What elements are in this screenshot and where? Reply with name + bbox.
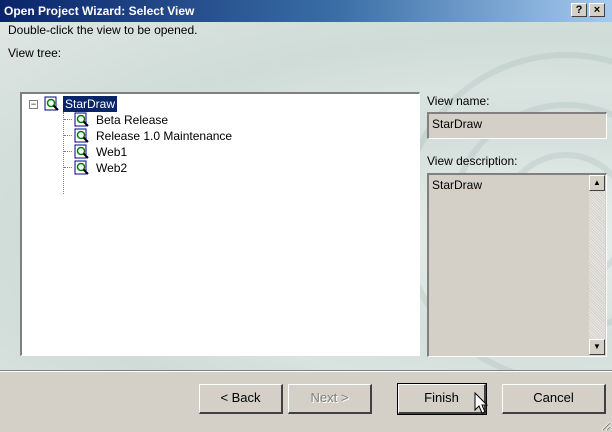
finish-button[interactable]: Finish — [397, 383, 487, 415]
view-description-label: View description: — [427, 154, 518, 168]
tree-node-label: Web2 — [96, 161, 128, 175]
footer-divider — [0, 371, 612, 372]
view-name-field[interactable]: StarDraw — [427, 112, 607, 139]
tree-node-root[interactable]: − StarDraw — [28, 96, 228, 112]
view-icon — [74, 112, 89, 127]
help-button[interactable]: ? — [571, 3, 587, 17]
tree-node-label: Release 1.0 Maintenance — [96, 129, 233, 143]
view-description-field[interactable]: StarDraw — [427, 173, 607, 357]
tree-node-label: Web1 — [96, 145, 128, 159]
close-button[interactable]: × — [589, 3, 605, 17]
arrow-cursor-icon — [474, 392, 489, 414]
view-tree-label: View tree: — [8, 46, 62, 60]
tree-node-label: Beta Release — [96, 113, 169, 127]
next-button[interactable]: Next > — [288, 384, 372, 414]
view-tree[interactable]: − StarDraw Beta Release Release 1.0 Main… — [20, 92, 420, 356]
view-icon — [74, 128, 89, 143]
collapse-icon[interactable]: − — [29, 100, 38, 109]
tree-node-label: StarDraw — [63, 96, 118, 112]
title-bar[interactable]: Open Project Wizard: Select View ? × — [0, 0, 612, 22]
resize-grip-icon[interactable] — [599, 419, 611, 431]
tree-node[interactable]: Web1 — [28, 144, 388, 160]
scroll-down-icon[interactable]: ▼ — [589, 339, 605, 355]
tree-node[interactable]: Beta Release — [28, 112, 388, 128]
description-scrollbar[interactable] — [589, 175, 605, 355]
instruction-text: Double-click the view to be opened. — [8, 23, 198, 37]
view-description-text: StarDraw — [432, 178, 483, 192]
window-title: Open Project Wizard: Select View — [4, 4, 195, 18]
cancel-button[interactable]: Cancel — [502, 384, 606, 414]
scroll-up-icon[interactable]: ▲ — [589, 175, 605, 191]
tree-node[interactable]: Web2 — [28, 160, 388, 176]
view-icon — [44, 96, 59, 111]
back-button[interactable]: < Back — [199, 384, 283, 414]
view-icon — [74, 144, 89, 159]
view-icon — [74, 160, 89, 175]
view-name-label: View name: — [427, 94, 490, 108]
tree-node[interactable]: Release 1.0 Maintenance — [28, 128, 388, 144]
